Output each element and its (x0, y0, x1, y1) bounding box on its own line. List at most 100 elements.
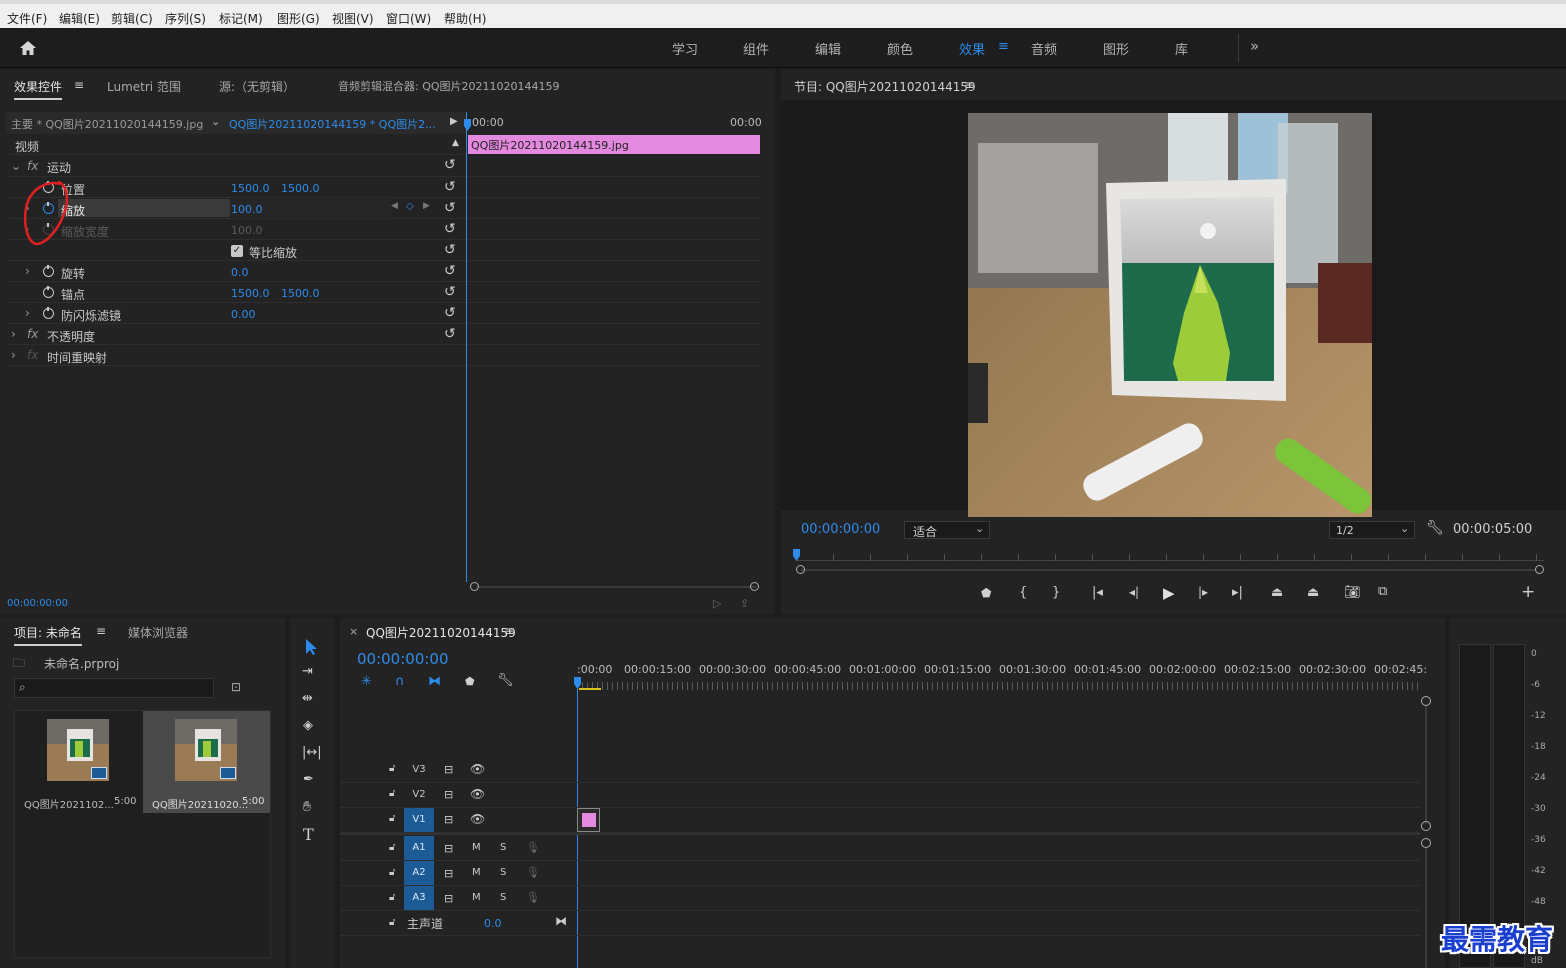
lift-icon[interactable]: ⏏ (1271, 585, 1283, 600)
razor-tool-icon[interactable]: ◈ (303, 718, 313, 733)
uniform-scale-checkbox[interactable]: ✓ (231, 245, 243, 257)
lock-icon[interactable]: 🔓︎ (389, 917, 395, 928)
filter-icon[interactable]: ▷ (713, 597, 721, 610)
fit-dropdown[interactable]: 适合 ⌄ (904, 521, 990, 539)
tab-audio-clip-mixer[interactable]: 音频剪辑混合器: QQ图片20211020144159 (338, 78, 560, 94)
master-volume-value[interactable]: 0.0 (484, 917, 502, 930)
panel-menu-icon[interactable]: ≡ (964, 78, 974, 92)
ripple-edit-tool-icon[interactable]: ⇹ (302, 691, 313, 706)
workspace-menu-icon[interactable]: ≡ (998, 39, 1009, 54)
project-search-input[interactable]: ⌕ (14, 678, 214, 698)
flicker-value[interactable]: 0.00 (231, 308, 256, 321)
expand-timeline-icon[interactable]: ▶ (450, 116, 458, 127)
expand-chevron-icon[interactable]: › (11, 327, 16, 341)
timeline-ruler-ticks[interactable] (577, 682, 1420, 690)
track-label-a1[interactable]: A1 (404, 836, 434, 860)
menu-window[interactable]: 窗口(W) (386, 10, 431, 27)
ec-zoom-scrollbar[interactable] (476, 586, 756, 588)
scroll-handle-left[interactable] (796, 565, 805, 574)
scroll-handle[interactable] (1421, 821, 1431, 831)
track-label-a3[interactable]: A3 (404, 886, 434, 910)
add-marker-icon[interactable]: ⬟ (981, 586, 991, 600)
position-x-value[interactable]: 1500.0 (231, 182, 270, 195)
reset-icon[interactable]: ↺ (444, 242, 456, 258)
tab-source[interactable]: 源:（无剪辑） (219, 78, 295, 95)
mark-in-icon[interactable]: { (1019, 585, 1027, 600)
menu-marker[interactable]: 标记(M) (219, 10, 263, 27)
add-marker-icon[interactable]: ⬟ (465, 675, 475, 688)
sync-lock-icon[interactable]: ⊟ (444, 867, 453, 880)
playhead-marker[interactable] (574, 677, 582, 689)
nest-toggle-icon[interactable]: ✳︎ (361, 674, 372, 689)
go-to-in-icon[interactable]: |◂ (1092, 585, 1103, 600)
anchor-y-value[interactable]: 1500.0 (281, 287, 320, 300)
play-icon[interactable]: ▶ (1163, 584, 1175, 602)
sync-lock-icon[interactable]: ⊟ (444, 813, 453, 826)
scroll-handle-left[interactable] (470, 582, 479, 591)
reset-icon[interactable]: ↺ (444, 200, 456, 216)
chevron-down-icon[interactable]: ⌄ (211, 115, 220, 128)
program-zoom-scrollbar[interactable] (801, 569, 1536, 571)
reset-icon[interactable]: ↺ (444, 221, 456, 237)
scroll-handle[interactable] (1421, 838, 1431, 848)
sequence-clip-label[interactable]: QQ图片20211020144159 * QQ图片2... (229, 116, 436, 132)
mute-button[interactable]: M (472, 867, 481, 878)
fx-icon[interactable]: fx (27, 159, 38, 173)
lock-icon[interactable]: 🔓︎ (389, 763, 395, 774)
lock-icon[interactable]: 🔓︎ (389, 813, 395, 824)
menu-graphics[interactable]: 图形(G) (277, 10, 320, 27)
panel-menu-icon[interactable]: ≡ (96, 624, 106, 638)
lock-icon[interactable]: 🔓︎ (389, 842, 395, 853)
solo-button[interactable]: S (500, 842, 506, 853)
menu-sequence[interactable]: 序列(S) (165, 10, 206, 27)
close-icon[interactable]: × (349, 625, 358, 638)
opacity-row[interactable]: › fx 不透明度 ↺ (8, 324, 466, 345)
go-to-out-icon[interactable]: ▸| (1232, 585, 1243, 600)
timeline-timecode[interactable]: 00:00:00:00 (357, 650, 449, 668)
menu-help[interactable]: 帮助(H) (444, 10, 486, 27)
tab-sequence[interactable]: QQ图片20211020144159 (366, 624, 516, 644)
program-monitor-title[interactable]: 节目: QQ图片20211020144159 (794, 78, 976, 95)
next-keyframe-icon[interactable]: ▶ (423, 201, 430, 211)
solo-button[interactable]: S (500, 867, 506, 878)
workspace-libraries[interactable]: 库 (1175, 39, 1188, 58)
prev-keyframe-icon[interactable]: ◀ (391, 201, 398, 211)
selection-tool-icon[interactable] (304, 638, 320, 656)
more-workspaces-icon[interactable]: » (1250, 37, 1259, 55)
menu-file[interactable]: 文件(F) (7, 10, 47, 27)
solo-button[interactable]: S (500, 892, 506, 903)
timeline-video-scrollbar[interactable] (1425, 704, 1427, 824)
time-remap-row[interactable]: › fx 时间重映射 (8, 345, 466, 366)
master-clip-label[interactable]: 主要 * QQ图片20211020144159.jpg (11, 116, 203, 132)
timeline-audio-scrollbar[interactable] (1425, 848, 1427, 968)
sync-lock-icon[interactable]: ⊟ (444, 763, 453, 776)
video-audio-divider[interactable] (340, 833, 1420, 835)
eye-icon[interactable]: 👁︎ (470, 787, 485, 801)
microphone-icon[interactable]: 🎙︎ (526, 841, 540, 854)
reset-icon[interactable]: ↺ (444, 284, 456, 300)
track-label-v2[interactable]: V2 (404, 783, 434, 807)
video-frame[interactable] (968, 113, 1372, 517)
workspace-effects[interactable]: 效果 (959, 39, 985, 58)
wrench-icon[interactable]: 🔧︎ (1426, 520, 1444, 536)
reset-icon[interactable]: ↺ (444, 326, 456, 342)
tab-project[interactable]: 项目: 未命名 (14, 624, 82, 646)
ec-timecode[interactable]: 00:00:00:00 (7, 598, 68, 609)
microphone-icon[interactable]: 🎙︎ (526, 866, 540, 879)
scale-value[interactable]: 100.0 (231, 203, 263, 216)
menu-view[interactable]: 视图(V) (332, 10, 374, 27)
tab-effect-controls[interactable]: 效果控件 (14, 78, 63, 100)
sync-lock-icon[interactable]: ⊟ (444, 892, 453, 905)
scroll-handle-right[interactable] (750, 582, 759, 591)
panel-menu-icon[interactable]: ≡ (74, 78, 84, 92)
comparison-view-icon[interactable]: ⧉ (1378, 584, 1387, 599)
program-timecode[interactable]: 00:00:00:00 (801, 522, 880, 537)
export-icon[interactable]: ⇪ (740, 597, 749, 610)
step-back-icon[interactable]: ◂| (1129, 585, 1139, 599)
add-button-icon[interactable]: + (1521, 582, 1535, 602)
quality-dropdown[interactable]: 1/2 ⌄ (1329, 521, 1415, 539)
stopwatch-icon[interactable] (43, 265, 54, 277)
tab-lumetri-scopes[interactable]: Lumetri 范围 (107, 78, 181, 95)
menu-edit[interactable]: 编辑(E) (59, 10, 100, 27)
workspace-color[interactable]: 颜色 (887, 39, 913, 58)
